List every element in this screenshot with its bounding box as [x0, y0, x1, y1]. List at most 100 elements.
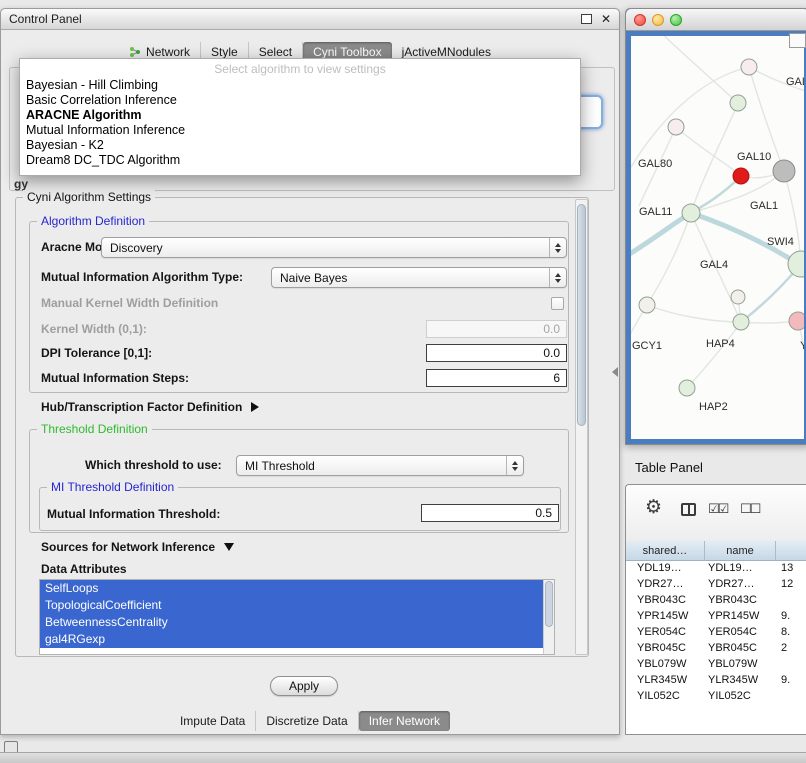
mi-threshold-input[interactable]: 0.5: [421, 504, 559, 522]
data-attributes-list[interactable]: SelfLoops TopologicalCoefficient Between…: [39, 579, 555, 655]
node-label-hap4: HAP4: [706, 338, 735, 350]
mi-algorithm-type-value: Naive Bayes: [272, 271, 549, 285]
table-row[interactable]: YBR043C YBR043C: [626, 592, 806, 608]
table-row[interactable]: YDR27… YDR27… 12: [626, 576, 806, 592]
collapse-arrow-icon: [224, 543, 234, 551]
network-canvas[interactable]: GAL GAL80 GAL10 GAL11 GAL1 SWI4 GAL4 GCY…: [631, 36, 804, 439]
float-window-icon[interactable]: [581, 14, 592, 24]
table-cell: 9.: [776, 674, 806, 686]
node-label-gal-partial: GAL: [786, 76, 804, 88]
kernel-width-input[interactable]: 0.0: [426, 320, 567, 338]
table-cell: 2: [776, 642, 806, 654]
table-cell: YBR045C: [626, 642, 705, 654]
select-all-icon[interactable]: ☑☑: [708, 501, 727, 517]
column-header-partial[interactable]: [776, 541, 806, 560]
network-node-labels: GAL GAL80 GAL10 GAL11 GAL1 SWI4 GAL4 GCY…: [632, 76, 804, 413]
overview-toggle[interactable]: [789, 33, 806, 48]
popup-item-aracne[interactable]: ARACNE Algorithm: [20, 108, 580, 123]
panel-collapse-handle[interactable]: [612, 367, 618, 377]
gear-icon[interactable]: ⚙: [645, 498, 662, 517]
settings-scrollbar[interactable]: [575, 199, 588, 655]
aracne-mode-select[interactable]: Discovery: [101, 237, 567, 258]
tab-label: Infer Network: [369, 714, 440, 728]
popup-item-basic-correlation[interactable]: Basic Correlation Inference: [20, 93, 580, 108]
zoom-button[interactable]: [670, 14, 682, 26]
bottom-status-strip: [0, 752, 806, 763]
attribute-item[interactable]: TopologicalCoefficient: [40, 597, 543, 614]
node-label-swi4: SWI4: [767, 236, 794, 248]
tab-impute-data[interactable]: Impute Data: [170, 711, 256, 731]
tab-label: Impute Data: [180, 714, 245, 728]
table-row[interactable]: YDL19… YDL19… 13: [626, 560, 806, 576]
dpi-tolerance-label: DPI Tolerance [0,1]:: [41, 346, 152, 360]
node[interactable]: [788, 251, 804, 277]
attribute-item[interactable]: BetweennessCentrality: [40, 614, 543, 631]
node-pink[interactable]: [789, 312, 804, 330]
which-threshold-label: Which threshold to use:: [85, 458, 222, 472]
node[interactable]: [668, 119, 684, 135]
node[interactable]: [639, 297, 655, 313]
table-panel-title: Table Panel: [635, 460, 703, 475]
table-cell: YPR145W: [705, 610, 776, 622]
tab-label: Network: [146, 45, 190, 59]
tab-label: Cyni Toolbox: [313, 45, 381, 59]
hub-definition-toggle[interactable]: Hub/Transcription Factor Definition: [41, 400, 259, 414]
manual-kernel-checkbox[interactable]: [551, 297, 564, 310]
cyni-settings-title: Cyni Algorithm Settings: [23, 190, 155, 204]
attribute-item[interactable]: SelfLoops: [40, 580, 543, 597]
node-label-hap2: HAP2: [699, 401, 728, 413]
minimize-button[interactable]: [652, 14, 664, 26]
table-header: shared… name: [626, 541, 806, 561]
tab-discretize-data[interactable]: Discretize Data: [256, 711, 358, 731]
node[interactable]: [731, 290, 745, 304]
node[interactable]: [679, 380, 695, 396]
node-gray[interactable]: [773, 160, 795, 182]
mi-steps-input[interactable]: 6: [426, 369, 567, 387]
stepper-icon: [549, 238, 566, 257]
node-label-gal11: GAL11: [639, 206, 672, 218]
node[interactable]: [730, 95, 746, 111]
node[interactable]: [682, 204, 700, 222]
table-row[interactable]: YER054C YER054C 8.: [626, 624, 806, 640]
popup-item-dream8[interactable]: Dream8 DC_TDC Algorithm: [20, 153, 580, 168]
node-selected[interactable]: [733, 168, 749, 184]
attributes-scrollbar[interactable]: [543, 580, 554, 654]
node-label-y-partial: Y: [800, 340, 804, 352]
popup-item-mutual-information[interactable]: Mutual Information Inference: [20, 123, 580, 138]
node-label-gal4: GAL4: [700, 259, 728, 271]
node-label-gal10: GAL10: [737, 151, 771, 163]
table-cell: YLR345W: [626, 674, 705, 686]
tab-infer-network[interactable]: Infer Network: [359, 711, 450, 731]
window-title: Control Panel: [9, 12, 82, 26]
network-icon: [129, 46, 141, 58]
clear-selection-icon[interactable]: ☐☐: [740, 501, 759, 517]
scrollbar-thumb[interactable]: [577, 204, 586, 426]
table-row[interactable]: YBR045C YBR045C 2: [626, 640, 806, 656]
scrollbar-thumb[interactable]: [545, 581, 553, 627]
attribute-item[interactable]: gal4RGexp: [40, 631, 543, 648]
which-threshold-select[interactable]: MI Threshold: [236, 455, 524, 476]
tab-label: Discretize Data: [266, 714, 347, 728]
table-cell: YIL052C: [705, 690, 776, 702]
table-row[interactable]: YLR345W YLR345W 9.: [626, 672, 806, 688]
table-row[interactable]: YBL079W YBL079W: [626, 656, 806, 672]
dpi-tolerance-input[interactable]: 0.0: [426, 344, 567, 362]
table-row[interactable]: YPR145W YPR145W 9.: [626, 608, 806, 624]
column-header-name[interactable]: name: [705, 541, 776, 560]
popup-item-bayesian-hill-climbing[interactable]: Bayesian - Hill Climbing: [20, 78, 580, 93]
control-panel-titlebar[interactable]: Control Panel ✕: [1, 9, 619, 30]
table-columns-icon[interactable]: [681, 503, 696, 516]
node[interactable]: [741, 59, 757, 75]
node[interactable]: [733, 314, 749, 330]
column-header-shared-name[interactable]: shared…: [626, 541, 705, 560]
mi-algorithm-type-select[interactable]: Naive Bayes: [271, 267, 567, 288]
mi-threshold-label: Mutual Information Threshold:: [47, 507, 220, 521]
table-cell: YPR145W: [626, 610, 705, 622]
network-window-titlebar[interactable]: [626, 9, 806, 31]
table-row[interactable]: YIL052C YIL052C: [626, 688, 806, 704]
apply-button[interactable]: Apply: [270, 676, 338, 696]
popup-item-bayesian-k2[interactable]: Bayesian - K2: [20, 138, 580, 153]
close-icon[interactable]: ✕: [601, 13, 611, 25]
close-button[interactable]: [634, 14, 646, 26]
sources-toggle[interactable]: Sources for Network Inference: [41, 540, 234, 554]
